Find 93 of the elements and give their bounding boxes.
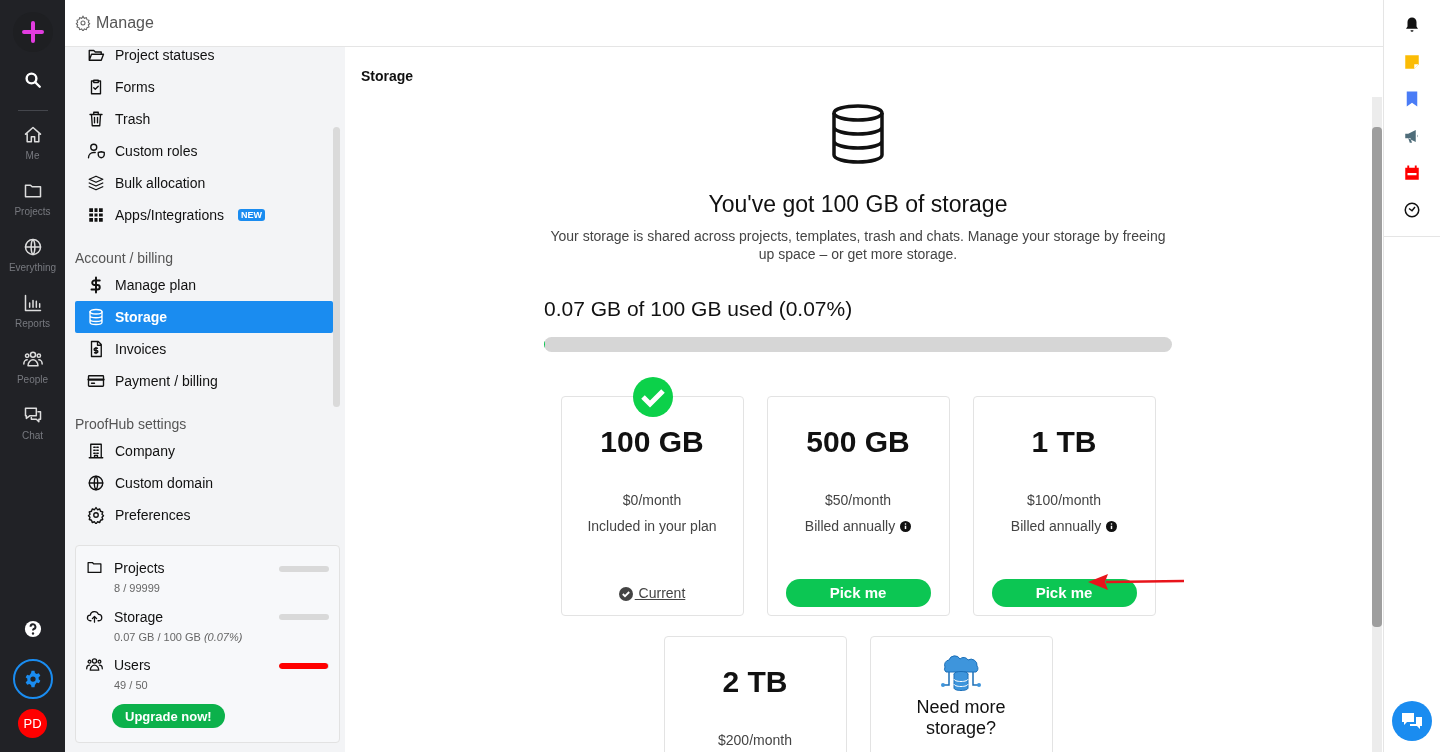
usage-detail: 49 / 50 (114, 678, 149, 693)
trash-icon (87, 110, 105, 128)
settings-icon (23, 670, 42, 688)
usage-detail: 8 / 99999 (114, 581, 161, 596)
database-icon (831, 104, 885, 164)
nav-item[interactable]: People (0, 349, 65, 405)
sidebar-item[interactable]: Forms (75, 71, 333, 103)
chat-icon (1401, 711, 1423, 731)
plan-price: $0/month (622, 491, 682, 510)
sidebar-item[interactable]: Custom roles (75, 135, 333, 167)
sidebar-item[interactable]: Custom domain (75, 467, 333, 499)
globe-icon (87, 474, 105, 492)
usage-name: Storage (114, 607, 164, 627)
home-icon (22, 125, 43, 145)
check-circle-icon (618, 586, 633, 601)
scrollbar[interactable] (333, 127, 340, 407)
settings-button[interactable] (12, 659, 53, 699)
plan-size: 500 GB (806, 424, 910, 460)
section-title: Storage (361, 67, 415, 86)
search-icon (23, 71, 42, 89)
layers-icon (87, 174, 105, 192)
nav-label: Projects (14, 205, 51, 219)
globe-icon (22, 237, 43, 257)
database-icon (87, 308, 105, 326)
plan-note: Included in your plan (587, 517, 717, 536)
plan-size: 100 GB (600, 424, 704, 460)
nav-item[interactable]: Me (0, 125, 65, 181)
info-icon[interactable] (1106, 521, 1118, 532)
people-icon (22, 349, 43, 369)
sidebar-item[interactable]: Preferences (75, 499, 333, 531)
usage-name: Projects (114, 559, 165, 578)
nav-item[interactable]: Reports (0, 293, 65, 349)
info-icon[interactable] (900, 521, 912, 532)
grid-icon (87, 206, 105, 224)
custom-storage-title: Need more storage? (915, 697, 1007, 739)
sidebar-item[interactable]: Bulk allocation (75, 167, 333, 199)
plan-note: Billed annually (1010, 517, 1102, 536)
sidebar-item[interactable]: Manage plan (75, 269, 333, 301)
plan-note: Billed annually (804, 517, 896, 536)
sidebar-item[interactable]: Project statuses (75, 47, 333, 71)
section-heading: Account / billing (75, 249, 175, 268)
plan-size: 2 TB (722, 664, 788, 700)
usage-label: 0.07 GB of 100 GB used (0.07%) (544, 295, 853, 322)
page-title: Manage (96, 13, 154, 33)
sidebar-item[interactable]: Trash (75, 103, 333, 135)
nav-label: Me (25, 149, 40, 163)
plan-price: $50/month (824, 491, 892, 510)
nav-label: Chat (21, 429, 44, 443)
clock-icon (1403, 201, 1421, 219)
scrollbar[interactable] (1372, 127, 1382, 627)
settings-icon (87, 506, 105, 524)
bell-icon (1403, 16, 1421, 34)
plan-price: $200/month (718, 731, 792, 750)
user-avatar[interactable]: PD (18, 709, 47, 738)
toolbar-button[interactable] (1403, 201, 1421, 219)
sidebar-item[interactable]: Payment / billing (75, 365, 333, 397)
nav-label: Reports (15, 317, 50, 331)
section-heading: ProofHub settings (75, 415, 188, 434)
storage-heading: You've got 100 GB of storage (708, 190, 1008, 219)
nav-label: Everything (8, 261, 57, 275)
new-badge: NEW (237, 209, 265, 221)
building-icon (87, 442, 105, 460)
help-icon (23, 620, 42, 638)
nav-label: People (16, 373, 49, 387)
nav-item[interactable]: Chat (0, 405, 65, 461)
current-plan-link[interactable]: Current (618, 583, 686, 604)
nav-item[interactable]: Everything (0, 237, 65, 293)
folder-icon (86, 559, 103, 576)
chat-icon (22, 405, 43, 425)
add-button[interactable] (12, 12, 53, 52)
nav-item[interactable]: Projects (0, 181, 65, 237)
usage-detail: 0.07 GB / 100 GB (0.07%) (114, 629, 244, 645)
sidebar-item[interactable]: Apps/Integrations NEW (75, 199, 333, 231)
plan-price: $100/month (1027, 491, 1101, 510)
calendar-icon (1403, 164, 1421, 182)
settings-icon (75, 15, 91, 31)
plus-icon (21, 21, 44, 43)
user-shield-icon (87, 142, 105, 160)
usage-name: Users (114, 656, 151, 675)
sidebar-item[interactable]: Invoices (75, 333, 333, 365)
folder-icon (87, 47, 105, 64)
sticky-note-icon (1403, 53, 1421, 71)
chat-button[interactable] (1392, 701, 1432, 741)
people-icon (86, 656, 103, 673)
description: Your storage is shared across projects, templates, trash and chats. Manage your storage by freeing up space – or get more storage. (549, 226, 1167, 263)
bar-chart-icon (22, 293, 43, 313)
sidebar-item[interactable]: Company (75, 435, 333, 467)
megaphone-icon (1403, 127, 1421, 145)
folder-icon (22, 181, 43, 201)
credit-card-icon (87, 372, 105, 390)
cloud-database-icon (940, 653, 982, 693)
plan-size: 1 TB (1031, 424, 1097, 460)
toolbar-button[interactable] (1403, 16, 1421, 34)
